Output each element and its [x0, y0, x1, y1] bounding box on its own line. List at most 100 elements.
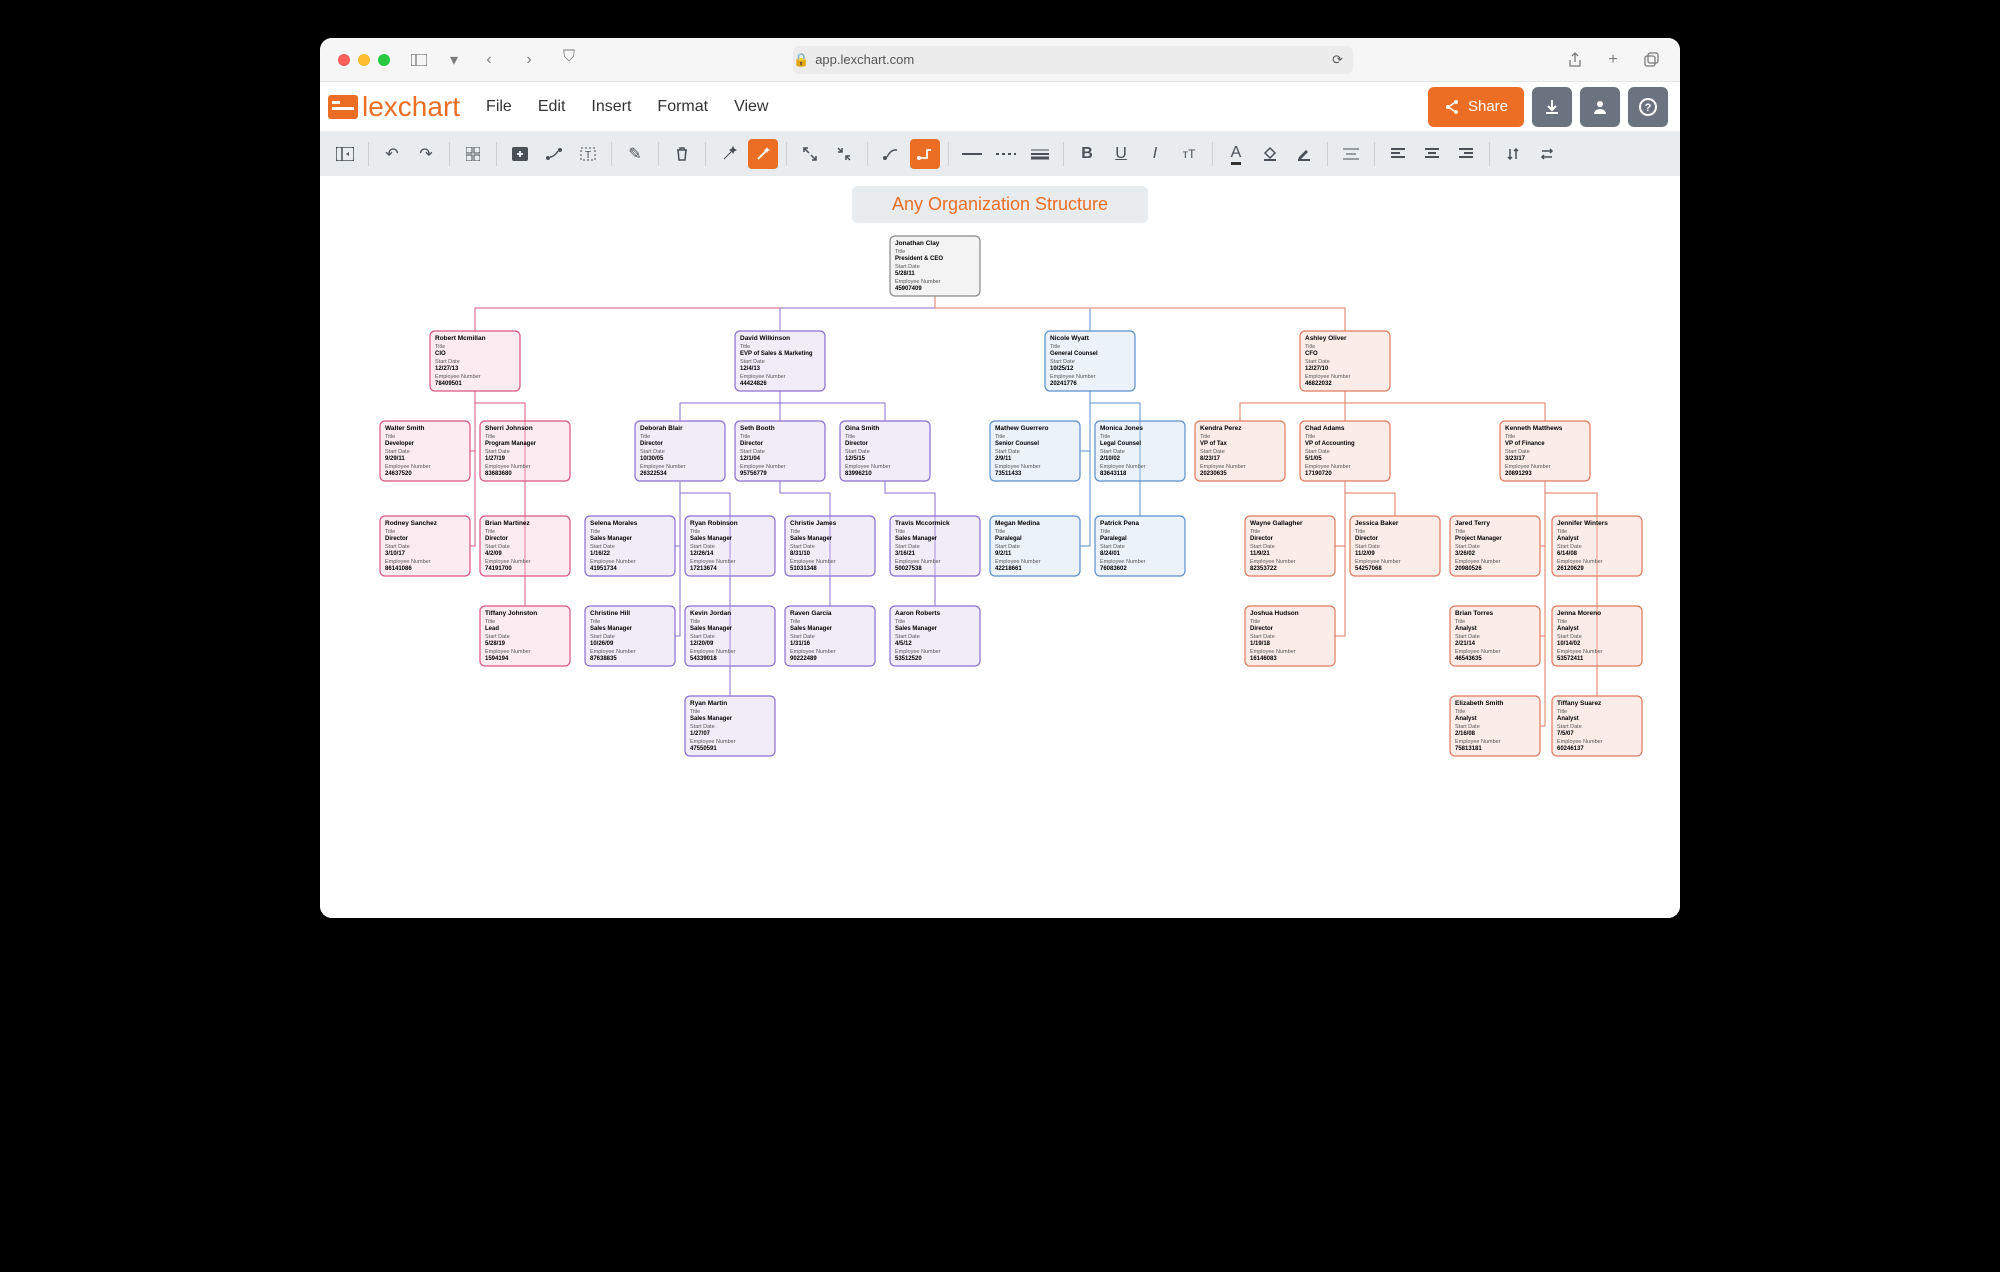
expand-icon[interactable] — [795, 139, 825, 169]
menu-file[interactable]: File — [486, 98, 512, 116]
org-node[interactable]: Monica JonesTitleLegal CounselStart Date… — [1095, 421, 1185, 481]
org-node[interactable]: Raven GarciaTitleSales ManagerStart Date… — [785, 606, 875, 666]
tabs-icon[interactable] — [1640, 49, 1662, 71]
menu-format[interactable]: Format — [657, 98, 708, 116]
share-icon[interactable] — [1564, 49, 1586, 71]
svg-text:CIO: CIO — [435, 351, 446, 357]
line-dashed-icon[interactable] — [991, 139, 1021, 169]
italic-icon[interactable]: I — [1140, 139, 1170, 169]
text-box-icon[interactable]: T — [573, 139, 603, 169]
help-button[interactable]: ? — [1628, 87, 1668, 127]
org-node[interactable]: Gina SmithTitleDirectorStart Date12/5/15… — [840, 421, 930, 481]
download-button[interactable] — [1532, 87, 1572, 127]
org-node[interactable]: Aaron RobertsTitleSales ManagerStart Dat… — [890, 606, 980, 666]
connector-icon[interactable] — [539, 139, 569, 169]
line-solid-icon[interactable] — [957, 139, 987, 169]
org-node[interactable]: Brian TorresTitleAnalystStart Date2/21/1… — [1450, 606, 1540, 666]
curve-line-icon[interactable] — [876, 139, 906, 169]
org-node[interactable]: Christine HillTitleSales ManagerStart Da… — [585, 606, 675, 666]
pencil-icon[interactable]: ✎ — [620, 139, 650, 169]
org-node[interactable]: Jared TerryTitleProject ManagerStart Dat… — [1450, 516, 1540, 576]
trash-icon[interactable] — [667, 139, 697, 169]
undo-icon[interactable]: ↶ — [377, 139, 407, 169]
text-size-icon[interactable]: тT — [1174, 139, 1204, 169]
svg-text:Title: Title — [1250, 529, 1260, 535]
org-node[interactable]: Ryan RobinsonTitleSales ManagerStart Dat… — [685, 516, 775, 576]
panel-toggle-icon[interactable] — [330, 139, 360, 169]
chevron-down-icon[interactable]: ▾ — [448, 49, 460, 71]
org-node[interactable]: Travis MccormickTitleSales ManagerStart … — [890, 516, 980, 576]
align-group-icon[interactable] — [1336, 139, 1366, 169]
org-node[interactable]: Seth BoothTitleDirectorStart Date12/1/04… — [735, 421, 825, 481]
org-node[interactable]: Megan MedinaTitleParalegalStart Date9/2/… — [990, 516, 1080, 576]
org-node[interactable]: Jonathan ClayTitlePresident & CEOStart D… — [890, 236, 980, 296]
border-color-icon[interactable] — [1289, 139, 1319, 169]
share-button[interactable]: Share — [1428, 87, 1524, 127]
org-node[interactable]: Jennifer WintersTitleAnalystStart Date6/… — [1552, 516, 1642, 576]
add-box-icon[interactable] — [505, 139, 535, 169]
line-weight-icon[interactable] — [1025, 139, 1055, 169]
org-node[interactable]: Chad AdamsTitleVP of AccountingStart Dat… — [1300, 421, 1390, 481]
org-node[interactable]: Brian MartinezTitleDirectorStart Date4/2… — [480, 516, 570, 576]
org-node[interactable]: Joshua HudsonTitleDirectorStart Date1/19… — [1245, 606, 1335, 666]
bold-icon[interactable]: B — [1072, 139, 1102, 169]
org-node[interactable]: Ashley OliverTitleCFOStart Date12/27/10E… — [1300, 331, 1390, 391]
org-node[interactable]: Tiffany SuarezTitleAnalystStart Date7/5/… — [1552, 696, 1642, 756]
grid-icon[interactable] — [458, 139, 488, 169]
org-node[interactable]: Mathew GuerreroTitleSenior CounselStart … — [990, 421, 1080, 481]
org-node[interactable]: Jessica BakerTitleDirectorStart Date11/2… — [1350, 516, 1440, 576]
align-right-icon[interactable] — [1451, 139, 1481, 169]
org-node[interactable]: Walter SmithTitleDeveloperStart Date9/29… — [380, 421, 470, 481]
org-node[interactable]: David WilkinsonTitleEVP of Sales & Marke… — [735, 331, 825, 391]
back-icon[interactable]: ‹ — [478, 49, 500, 71]
org-node[interactable]: Kenneth MatthewsTitleVP of FinanceStart … — [1500, 421, 1590, 481]
align-center-icon[interactable] — [1417, 139, 1447, 169]
shield-icon[interactable]: ⛉ — [558, 46, 580, 68]
sort-horizontal-icon[interactable] — [1532, 139, 1562, 169]
org-node[interactable]: Kendra PerezTitleVP of TaxStart Date8/23… — [1195, 421, 1285, 481]
org-node[interactable]: Wayne GallagherTitleDirectorStart Date11… — [1245, 516, 1335, 576]
underline-icon[interactable]: U — [1106, 139, 1136, 169]
org-node[interactable]: Jenna MorenoTitleAnalystStart Date10/14/… — [1552, 606, 1642, 666]
forward-icon[interactable]: › — [518, 49, 540, 71]
svg-text:Walter Smith: Walter Smith — [385, 425, 425, 432]
org-node[interactable]: Tiffany JohnstonTitleLeadStart Date5/28/… — [480, 606, 570, 666]
menu-insert[interactable]: Insert — [591, 98, 631, 116]
org-node[interactable]: Nicole WyattTitleGeneral CounselStart Da… — [1045, 331, 1135, 391]
maximize-window-icon[interactable] — [378, 54, 390, 66]
svg-text:Employee Number: Employee Number — [895, 279, 941, 285]
menu-view[interactable]: View — [734, 98, 768, 116]
redo-icon[interactable]: ↷ — [411, 139, 441, 169]
magic-wand-icon[interactable] — [714, 139, 744, 169]
sidebar-toggle-icon[interactable] — [408, 49, 430, 71]
org-node[interactable]: Deborah BlairTitleDirectorStart Date10/3… — [635, 421, 725, 481]
org-node[interactable]: Robert McmillanTitleCIOStart Date12/27/1… — [430, 331, 520, 391]
org-node[interactable]: Christie JamesTitleSales ManagerStart Da… — [785, 516, 875, 576]
fill-color-icon[interactable] — [1255, 139, 1285, 169]
user-button[interactable] — [1580, 87, 1620, 127]
url-bar[interactable]: 🔒 app.lexchart.com ⟳ — [793, 46, 1353, 74]
sort-vertical-icon[interactable] — [1498, 139, 1528, 169]
new-tab-icon[interactable]: + — [1602, 49, 1624, 71]
svg-text:42218661: 42218661 — [995, 566, 1022, 572]
refresh-icon[interactable]: ⟳ — [1332, 52, 1353, 68]
org-node[interactable]: Selena MoralesTitleSales ManagerStart Da… — [585, 516, 675, 576]
minimize-window-icon[interactable] — [358, 54, 370, 66]
canvas[interactable]: Any Organization Structure Jonathan Clay… — [320, 176, 1680, 918]
org-node[interactable]: Kevin JordanTitleSales ManagerStart Date… — [685, 606, 775, 666]
org-node[interactable]: Ryan MartinTitleSales ManagerStart Date1… — [685, 696, 775, 756]
align-left-icon[interactable] — [1383, 139, 1413, 169]
text-color-icon[interactable]: A — [1221, 139, 1251, 169]
svg-text:Kendra Perez: Kendra Perez — [1200, 425, 1242, 432]
close-window-icon[interactable] — [338, 54, 350, 66]
org-node[interactable]: Patrick PenaTitleParalegalStart Date8/24… — [1095, 516, 1185, 576]
org-node[interactable]: Elizabeth SmithTitleAnalystStart Date2/1… — [1450, 696, 1540, 756]
elbow-line-icon[interactable] — [910, 139, 940, 169]
collapse-icon[interactable] — [829, 139, 859, 169]
auto-layout-icon[interactable] — [748, 139, 778, 169]
svg-text:Paralegal: Paralegal — [1100, 536, 1127, 542]
menu-edit[interactable]: Edit — [538, 98, 566, 116]
org-node[interactable]: Rodney SanchezTitleDirectorStart Date3/1… — [380, 516, 470, 576]
org-node[interactable]: Sherri JohnsonTitleProgram ManagerStart … — [480, 421, 570, 481]
logo[interactable]: lexchart — [328, 91, 460, 123]
